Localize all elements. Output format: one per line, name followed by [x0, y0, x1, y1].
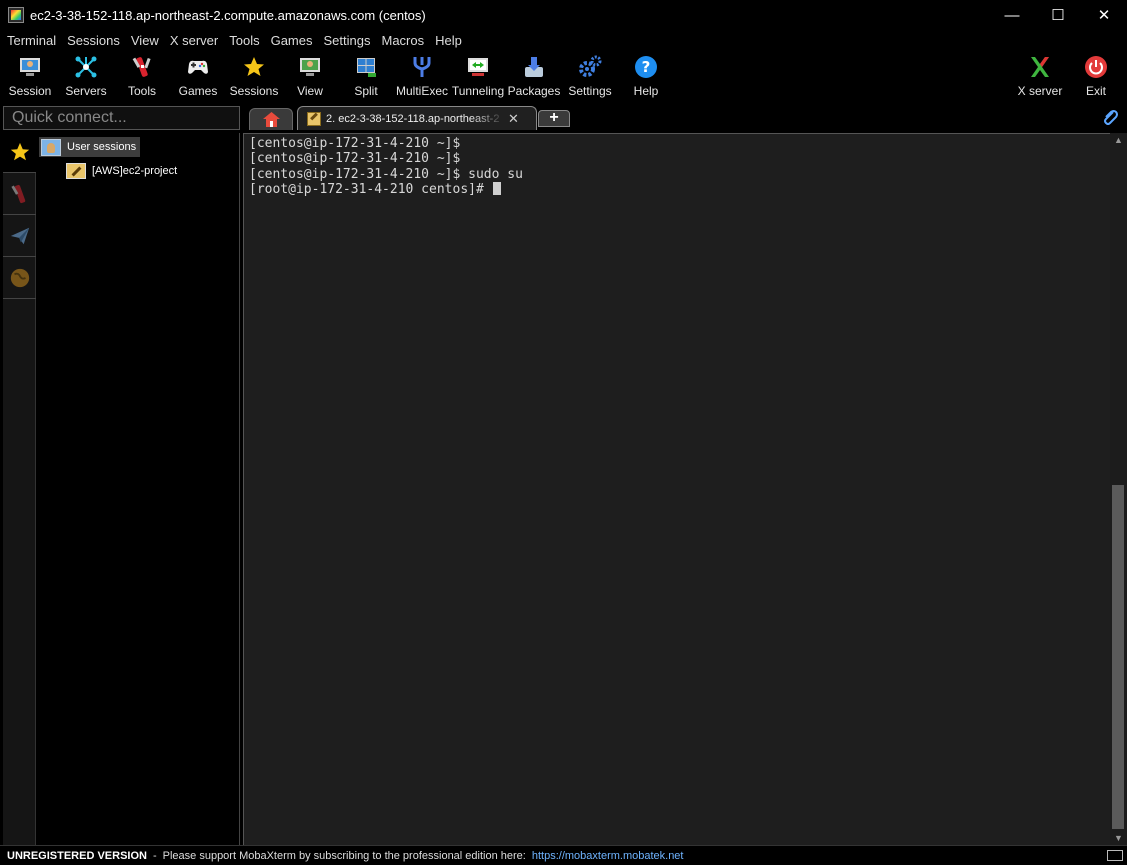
ssh-key-icon: [307, 111, 321, 126]
scroll-down-arrow-icon[interactable]: ▼: [1110, 831, 1127, 845]
gamepad-icon: [188, 60, 208, 74]
packages-download-icon: [525, 57, 543, 77]
sessions-button[interactable]: Sessions: [226, 51, 282, 101]
tunneling-monitor-icon: [468, 58, 488, 76]
menu-games[interactable]: Games: [267, 33, 320, 48]
paper-plane-icon: [10, 227, 30, 245]
paperclip-icon[interactable]: [1101, 108, 1119, 126]
sidebar-tabs: [3, 133, 36, 845]
servers-network-icon: [75, 56, 97, 78]
packages-button[interactable]: Packages: [506, 51, 562, 101]
gears-icon: [579, 55, 602, 77]
support-message: Please support MobaXterm by subscribing …: [162, 849, 526, 862]
split-button[interactable]: Split: [338, 51, 394, 101]
tools-button[interactable]: Tools: [114, 51, 170, 101]
close-window-button[interactable]: ✕: [1081, 0, 1127, 30]
help-button[interactable]: ? Help: [618, 51, 674, 101]
scrollbar-thumb[interactable]: [1112, 485, 1124, 829]
menu-macros[interactable]: Macros: [377, 33, 431, 48]
close-tab-icon[interactable]: ✕: [508, 111, 519, 127]
title-bar: ec2-3-38-152-118.ap-northeast-2.compute.…: [0, 0, 1127, 30]
maximize-button[interactable]: ☐: [1035, 0, 1081, 30]
x-server-button[interactable]: X server: [1012, 51, 1068, 101]
terminal-prompt-line: [root@ip-172-31-4-210 centos]#: [249, 182, 1110, 197]
ssh-key-icon: [66, 163, 86, 179]
monitor-user-icon: [20, 58, 40, 76]
power-icon: [1085, 56, 1107, 78]
multiexec-button[interactable]: MultiExec: [394, 51, 450, 101]
star-icon: [10, 142, 30, 161]
terminal-prompt: [root@ip-172-31-4-210 centos]#: [249, 182, 492, 198]
window-controls: — ☐ ✕: [989, 0, 1127, 30]
multiexec-fork-icon: [413, 57, 431, 77]
tunneling-button[interactable]: Tunneling: [450, 51, 506, 101]
x-server-icon: [1031, 57, 1049, 77]
monitor-icon[interactable]: [1107, 850, 1123, 861]
window-title: ec2-3-38-152-118.ap-northeast-2.compute.…: [30, 7, 426, 23]
status-separator: -: [152, 849, 157, 862]
help-question-icon: ?: [635, 56, 657, 78]
menu-settings[interactable]: Settings: [320, 33, 378, 48]
sessions-panel: User sessions [AWS]ec2-project: [38, 133, 240, 845]
menu-sessions[interactable]: Sessions: [63, 33, 127, 48]
servers-button[interactable]: Servers: [58, 51, 114, 101]
sidebar-tab-sftp[interactable]: [3, 259, 36, 299]
home-icon: [263, 112, 280, 127]
menu-x-server[interactable]: X server: [166, 33, 225, 48]
user-folder-icon: [41, 138, 61, 156]
view-monitor-icon: [300, 58, 320, 76]
sidebar-tab-macros[interactable]: [3, 217, 36, 257]
exit-button[interactable]: Exit: [1068, 51, 1124, 101]
terminal-line: [centos@ip-172-31-4-210 ~]$: [249, 136, 461, 151]
swiss-knife-icon: [11, 184, 26, 204]
session-tab-label: 2. ec2-3-38-152-118.ap-northeast-2: [326, 112, 500, 125]
view-button[interactable]: View: [282, 51, 338, 101]
menu-view[interactable]: View: [127, 33, 166, 48]
toolbar: Session Servers Tools Games Sessions Vie…: [0, 51, 1127, 103]
swiss-knife-icon: [132, 57, 151, 77]
tab-bar: 2. ec2-3-38-152-118.ap-northeast-2 ✕ +: [243, 106, 1127, 130]
session-button[interactable]: Session: [2, 51, 58, 101]
globe-icon: [10, 268, 30, 288]
sidebar-tab-sessions[interactable]: [3, 133, 36, 173]
mobaxterm-link[interactable]: https://mobaxterm.mobatek.net: [532, 850, 684, 862]
sidebar-tab-tools[interactable]: [3, 175, 36, 215]
unregistered-label: UNREGISTERED VERSION: [7, 849, 147, 862]
menu-tools[interactable]: Tools: [225, 33, 266, 48]
mobaxterm-app-icon: [8, 7, 24, 23]
settings-button[interactable]: Settings: [562, 51, 618, 101]
terminal-output[interactable]: [centos@ip-172-31-4-210 ~]$ [centos@ip-1…: [243, 133, 1110, 845]
terminal-line: [centos@ip-172-31-4-210 ~]$ sudo su: [249, 166, 523, 182]
svg-text:?: ?: [642, 58, 651, 76]
star-icon: [244, 57, 264, 76]
session-item-aws-ec2-project[interactable]: [AWS]ec2-project: [66, 162, 177, 180]
menu-help[interactable]: Help: [431, 33, 469, 48]
terminal-cursor: [492, 182, 501, 196]
session-tab[interactable]: 2. ec2-3-38-152-118.ap-northeast-2 ✕: [297, 106, 537, 130]
terminal-line: [centos@ip-172-31-4-210 ~]$: [249, 151, 461, 167]
games-button[interactable]: Games: [170, 51, 226, 101]
minimize-button[interactable]: —: [989, 0, 1035, 30]
split-grid-icon: [357, 58, 376, 77]
terminal-scrollbar[interactable]: ▲ ▼: [1110, 133, 1127, 845]
quick-connect-input[interactable]: Quick connect...: [3, 106, 240, 130]
scroll-up-arrow-icon[interactable]: ▲: [1110, 133, 1127, 147]
new-tab-button[interactable]: +: [538, 110, 570, 127]
menu-terminal[interactable]: Terminal: [3, 33, 63, 48]
home-tab[interactable]: [249, 108, 293, 130]
menu-bar: Terminal Sessions View X server Tools Ga…: [0, 30, 1127, 51]
user-sessions-folder[interactable]: User sessions: [39, 137, 141, 157]
status-bar: UNREGISTERED VERSION - Please support Mo…: [0, 845, 1127, 865]
